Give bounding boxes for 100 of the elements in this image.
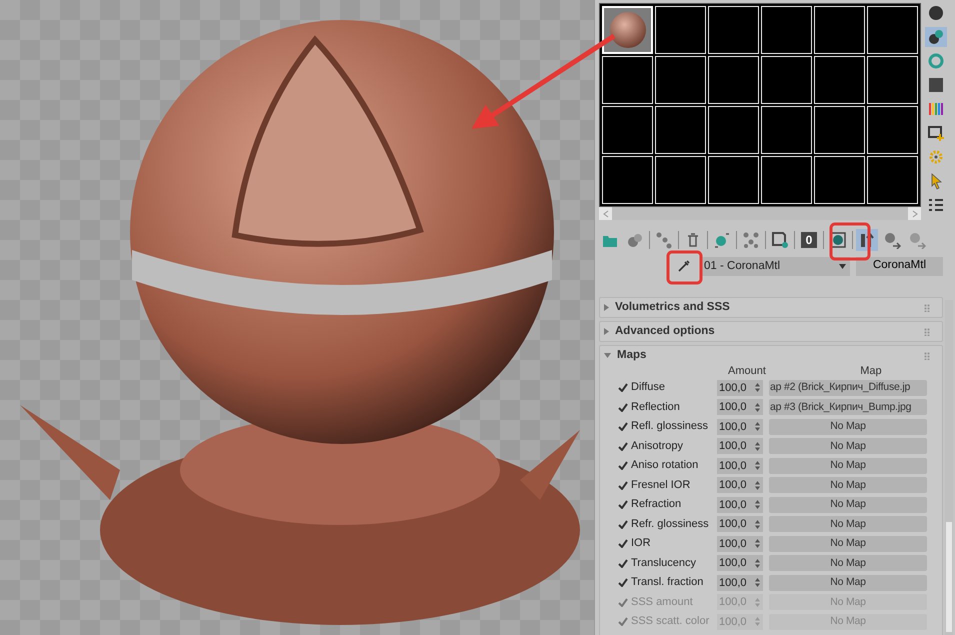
- spinner-arrows-icon: [755, 558, 760, 568]
- amount-spinner[interactable]: 100,0: [717, 536, 763, 552]
- spinner-arrows-icon: [755, 480, 760, 490]
- sphere-arrow-icon: [908, 231, 926, 249]
- sample-slot[interactable]: [814, 106, 865, 154]
- amount-spinner[interactable]: 100,0: [717, 555, 763, 572]
- sample-slot[interactable]: [814, 6, 865, 54]
- spheres-button[interactable]: [925, 27, 947, 47]
- sample-slot[interactable]: [708, 156, 759, 204]
- dots-icon: [655, 231, 673, 249]
- amount-spinner[interactable]: 100,0: [717, 399, 763, 416]
- save-icon: [771, 231, 789, 249]
- spinner-arrows-icon: [755, 383, 760, 392]
- map-button[interactable]: No Map: [769, 438, 927, 454]
- amount-spinner[interactable]: 100,0: [717, 516, 763, 532]
- sample-slot[interactable]: [867, 6, 918, 54]
- spinner-arrows-icon: [755, 500, 760, 510]
- square-icon: [927, 76, 945, 94]
- sample-slot[interactable]: [602, 106, 653, 154]
- checkbox[interactable]: [617, 402, 628, 413]
- sample-slot[interactable]: [602, 156, 653, 204]
- map-button[interactable]: ap #3 (Brick_Кирпич_Bump.jpg: [769, 399, 927, 416]
- collapse-icon: [604, 353, 611, 358]
- sample-slot[interactable]: [761, 6, 812, 54]
- checkbox[interactable]: [617, 499, 628, 510]
- sample-slot[interactable]: [708, 6, 759, 54]
- color-bars-icon: [927, 100, 945, 118]
- save-button[interactable]: [769, 229, 791, 251]
- sample-slot[interactable]: [708, 106, 759, 154]
- sample-slot[interactable]: [867, 56, 918, 104]
- sample-slot[interactable]: [655, 56, 706, 104]
- vertical-scrollbar[interactable]: [945, 300, 953, 635]
- spinner-arrows-icon: [755, 539, 760, 548]
- spinner-arrows-icon: [755, 402, 760, 412]
- map-button[interactable]: No Map: [769, 574, 927, 591]
- toolbar-button[interactable]: 0: [798, 229, 820, 251]
- sample-slot[interactable]: [867, 106, 918, 154]
- checkbox[interactable]: [617, 518, 628, 530]
- checkbox[interactable]: [617, 421, 628, 432]
- map-button[interactable]: No Map: [769, 555, 927, 572]
- sample-slot[interactable]: [602, 56, 653, 104]
- rollout-header[interactable]: Volumetrics and SSS: [600, 298, 942, 317]
- map-label: Diffuse: [631, 381, 666, 394]
- amount-spinner[interactable]: 100,0: [717, 438, 763, 454]
- sample-slot[interactable]: [761, 56, 812, 104]
- map-button[interactable]: No Map: [769, 516, 927, 532]
- dots-icon: [742, 231, 760, 249]
- amount-spinner[interactable]: 100,0: [717, 458, 763, 474]
- spinner-arrows-icon: [755, 578, 760, 588]
- map-button[interactable]: ap #2 (Brick_Кирпич_Diffuse.jp: [769, 380, 927, 396]
- material-type-button[interactable]: CoronaMtl: [856, 256, 943, 276]
- sample-slot[interactable]: [655, 6, 706, 54]
- sample-slot[interactable]: [814, 56, 865, 104]
- material-name-dropdown[interactable]: 01 - CoronaMtl: [702, 256, 850, 276]
- checkbox[interactable]: [617, 558, 628, 569]
- map-label: Aniso rotation: [631, 459, 700, 472]
- spinner-arrows-icon: [755, 598, 760, 607]
- column-header: Amount: [727, 365, 767, 378]
- amount-spinner[interactable]: 100,0: [717, 477, 763, 494]
- map-label: SSS amount: [631, 596, 694, 609]
- checkbox[interactable]: [617, 480, 628, 491]
- map-button[interactable]: No Map: [769, 418, 927, 435]
- rollout-header[interactable]: Maps: [600, 346, 942, 365]
- map-button[interactable]: No Map: [769, 496, 927, 513]
- amount-spinner[interactable]: 100,0: [717, 418, 763, 435]
- sample-slot[interactable]: [814, 156, 865, 204]
- sphere-icon: [927, 4, 945, 22]
- film-plus-button[interactable]: [925, 123, 947, 143]
- sphere-preview-icon: [608, 11, 646, 49]
- map-label: Refl. glossiness: [631, 420, 710, 434]
- checkbox[interactable]: [617, 440, 628, 452]
- pillar-arrow-icon: [858, 231, 876, 249]
- sample-slot[interactable]: [655, 106, 706, 154]
- amount-spinner[interactable]: 100,0: [717, 496, 763, 513]
- sample-slot[interactable]: [655, 156, 706, 204]
- ring-icon: [927, 52, 945, 70]
- list-icon: [927, 196, 945, 214]
- sphere-arrow-icon: [883, 231, 901, 249]
- sample-slot[interactable]: [708, 56, 759, 104]
- sample-slot[interactable]: [867, 156, 918, 204]
- map-label: Reflection: [631, 400, 681, 414]
- map-button[interactable]: No Map: [769, 536, 927, 552]
- map-label: Refraction: [631, 498, 682, 512]
- map-label: Fresnel IOR: [631, 478, 692, 492]
- checkbox[interactable]: [617, 382, 628, 394]
- sample-slot[interactable]: [761, 156, 812, 204]
- column-header: Map: [859, 365, 883, 378]
- checkbox[interactable]: [617, 538, 628, 550]
- map-button[interactable]: No Map: [769, 458, 927, 474]
- amount-spinner[interactable]: 100,0: [717, 380, 763, 396]
- rollout-header[interactable]: Advanced options: [600, 322, 942, 341]
- sample-slot[interactable]: [761, 106, 812, 154]
- checkbox[interactable]: [617, 577, 628, 588]
- map-label: Refr. glossiness: [631, 518, 710, 531]
- amount-spinner[interactable]: 100,0: [717, 574, 763, 591]
- map-button[interactable]: No Map: [769, 477, 927, 494]
- spheres-icon: [927, 28, 945, 46]
- checkbox[interactable]: [617, 460, 628, 472]
- caret-icon: [839, 264, 846, 268]
- spinner-arrows-icon: [755, 520, 760, 529]
